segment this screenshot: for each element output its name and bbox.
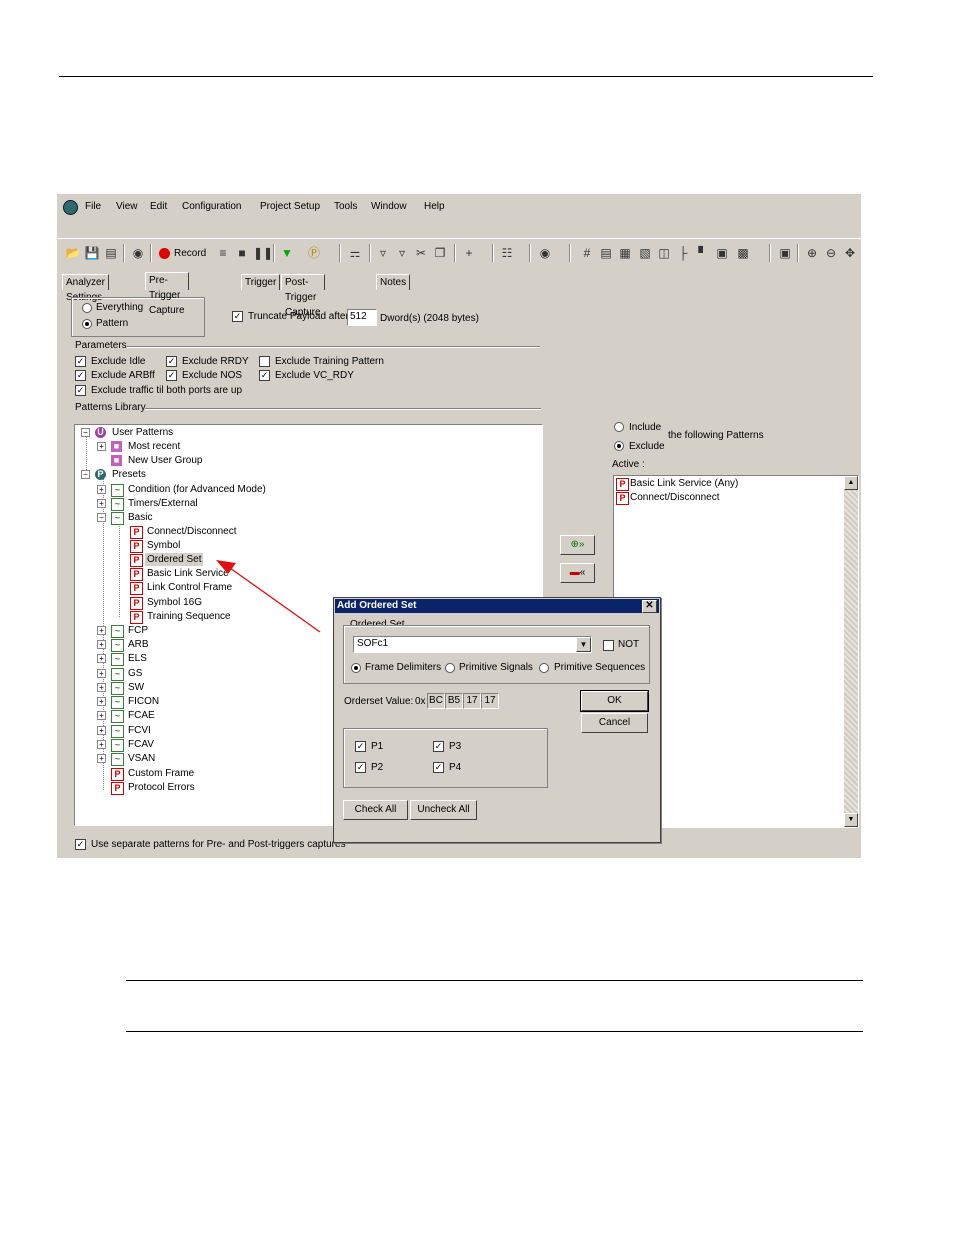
primitive-signals-radio[interactable] xyxy=(445,663,455,673)
callout-arrow xyxy=(216,560,321,633)
ordered-set-combo[interactable]: SOFc1 ▼ xyxy=(353,636,592,653)
cancel-button[interactable]: Cancel xyxy=(581,713,648,733)
p4-checkbox[interactable]: ✓ xyxy=(433,762,444,773)
check-all-button[interactable]: Check All xyxy=(343,800,408,820)
hex-byte-1[interactable]: BC xyxy=(427,693,445,709)
not-label: NOT xyxy=(618,639,640,650)
hex-prefix: 0x xyxy=(415,696,426,707)
p3-checkbox[interactable]: ✓ xyxy=(433,741,444,752)
hex-byte-3[interactable]: 17 xyxy=(463,693,481,709)
folder-icon: ~ xyxy=(111,753,124,766)
primitive-sequences-label: Primitive Sequences xyxy=(554,662,646,673)
expand-icon[interactable]: + xyxy=(97,754,106,763)
p2-checkbox[interactable]: ✓ xyxy=(355,762,366,773)
folder-icon: ~ xyxy=(111,710,124,723)
p1-checkbox[interactable]: ✓ xyxy=(355,741,366,752)
separate-patterns-label: Use separate patterns for Pre- and Post-… xyxy=(91,839,346,850)
expand-icon[interactable]: + xyxy=(97,740,106,749)
dialog-title: Add Ordered Set xyxy=(337,600,417,611)
primitive-signals-label: Primitive Signals xyxy=(459,662,533,673)
pattern-p-icon: P xyxy=(111,782,124,795)
dialog-close-button[interactable]: ✕ xyxy=(642,600,657,613)
uncheck-all-button[interactable]: Uncheck All xyxy=(410,800,477,820)
hex-byte-2[interactable]: B5 xyxy=(445,693,463,709)
frame-delimiters-label: Frame Delimiters xyxy=(365,662,442,673)
ok-button[interactable]: OK xyxy=(581,691,648,711)
p1-label: P1 xyxy=(371,741,384,752)
callout-arrow-head xyxy=(216,560,236,574)
orderset-value-fields: BC B5 17 17 xyxy=(427,693,502,709)
expand-icon[interactable]: + xyxy=(97,726,106,735)
add-ordered-set-dialog: Add Ordered Set ✕ Ordered Set SOFc1 ▼ NO… xyxy=(333,597,661,843)
primitive-sequences-radio[interactable] xyxy=(539,663,549,673)
ports-group xyxy=(343,728,548,788)
ordered-set-combo-value: SOFc1 xyxy=(357,638,389,649)
folder-icon: ~ xyxy=(111,725,124,738)
scroll-down-button[interactable]: ▼ xyxy=(844,813,858,827)
combo-dropdown-icon[interactable]: ▼ xyxy=(576,637,591,652)
callout-arrow-line xyxy=(229,567,321,633)
folder-icon: ~ xyxy=(111,739,124,752)
p3-label: P3 xyxy=(449,741,462,752)
p2-label: P2 xyxy=(371,762,384,773)
separate-patterns-checkbox[interactable]: ✓ xyxy=(75,839,86,850)
tab-pre-trigger-capture[interactable]: Pre-Trigger Capture xyxy=(145,272,189,316)
not-checkbox[interactable] xyxy=(603,640,614,651)
p4-label: P4 xyxy=(449,762,462,773)
expand-icon[interactable]: + xyxy=(97,711,106,720)
frame-delimiters-radio[interactable] xyxy=(351,663,361,673)
dialog-titlebar: Add Ordered Set ✕ xyxy=(335,599,659,613)
pattern-p-icon: P xyxy=(111,768,124,781)
orderset-value-label: Orderset Value: xyxy=(344,696,414,707)
bottom-rule-1 xyxy=(126,980,863,981)
bottom-rule-2 xyxy=(126,1031,863,1032)
ordered-set-group xyxy=(343,625,650,684)
hex-byte-4[interactable]: 17 xyxy=(481,693,499,709)
